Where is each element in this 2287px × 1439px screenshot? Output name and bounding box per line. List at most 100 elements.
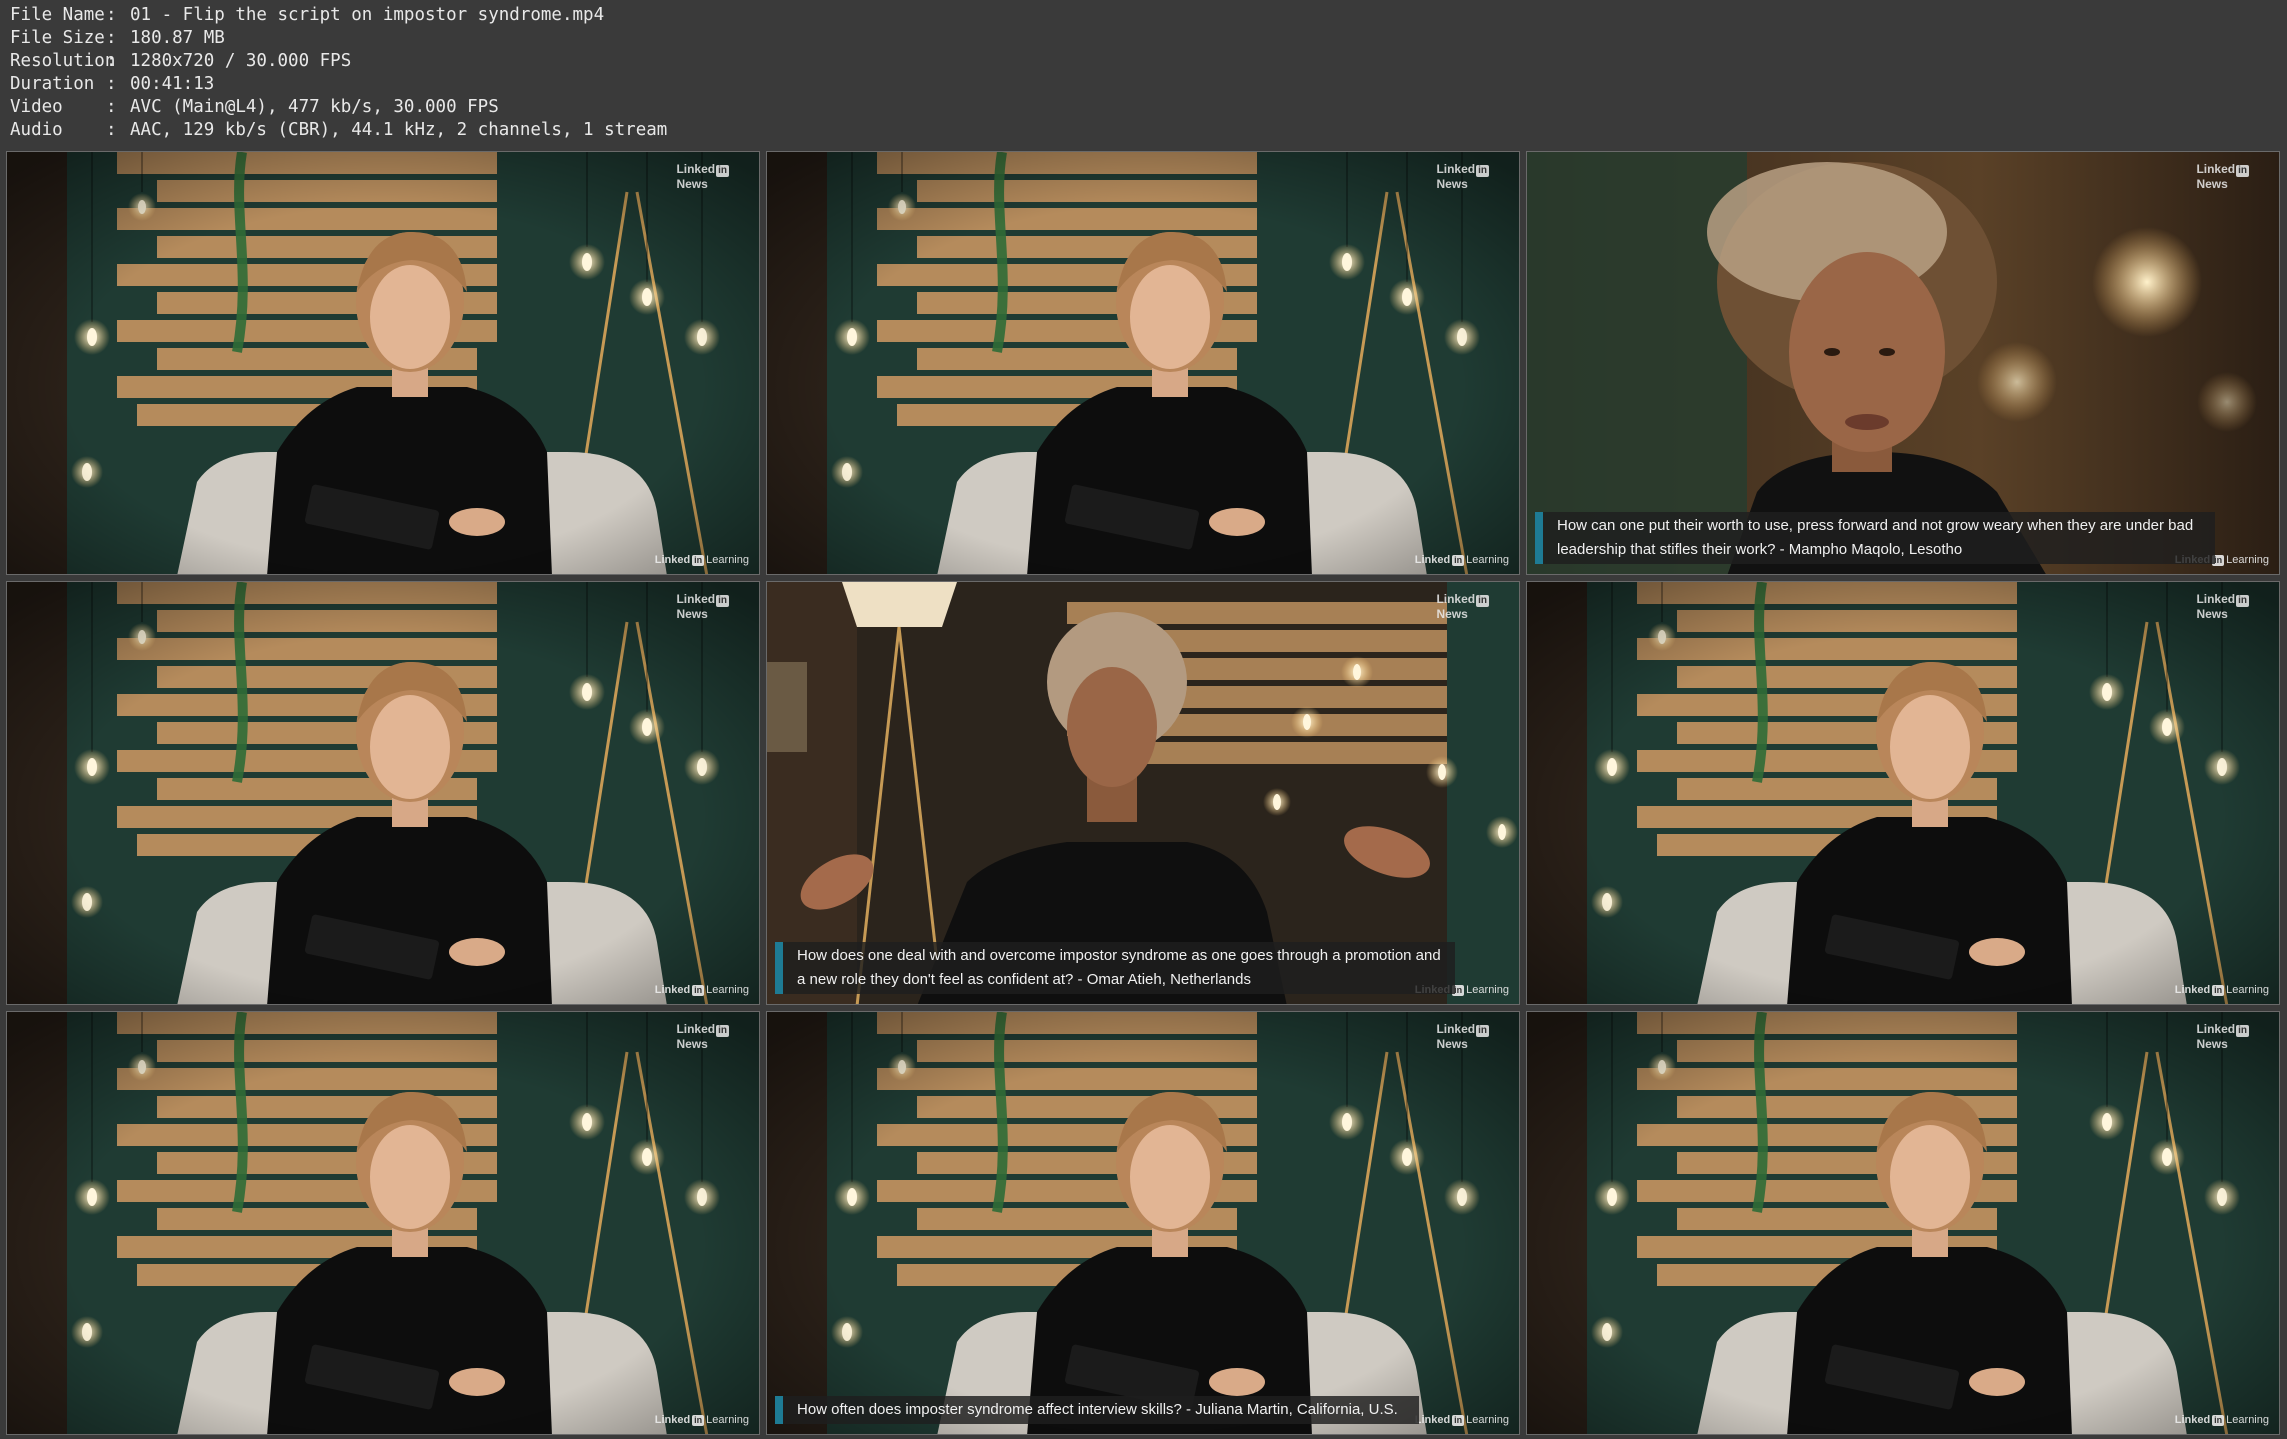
meta-separator: : (106, 97, 117, 117)
question-caption: How can one put their worth to use, pres… (1535, 512, 2215, 564)
logo-text: Linked (1414, 554, 1451, 566)
logo-text: Linked (676, 1022, 716, 1036)
logo-text: News (676, 607, 708, 621)
linkedin-in-icon: in (1452, 1415, 1465, 1426)
logo-text: Learning (2226, 554, 2269, 566)
video-thumbnail: Linked in News Linked in Learning (6, 151, 760, 575)
meta-value: AAC, 129 kb/s (CBR), 44.1 kHz, 2 channel… (130, 120, 668, 140)
linkedin-in-icon: in (1476, 1025, 1489, 1037)
meta-separator: : (106, 28, 117, 48)
video-thumbnail: Linked in News Linked in Learning (766, 151, 1520, 575)
linkedin-news-logo: Linked in News (676, 162, 729, 191)
logo-text: Linked (676, 162, 716, 176)
linkedin-in-icon: in (2236, 1025, 2249, 1037)
logo-text: News (1436, 177, 1468, 191)
meta-row: File Size:180.87 MB (10, 27, 667, 50)
video-thumbnail: Linked in News Linked in Learning How often… (766, 1011, 1520, 1435)
logo-text: Linked (1436, 162, 1476, 176)
question-caption: How does one deal with and overcome impo… (775, 942, 1455, 994)
meta-key: Duration (10, 74, 95, 94)
linkedin-learning-logo: LinkedinLearning (2175, 1414, 2269, 1426)
meta-value: 1280x720 / 30.000 FPS (130, 51, 352, 71)
linkedin-in-icon: in (1476, 595, 1489, 607)
logo-text: Learning (1466, 984, 1509, 996)
logo-text: News (1436, 1037, 1468, 1051)
question-caption: How often does imposter syndrome affect … (775, 1396, 1419, 1424)
logo-text: Linked (654, 554, 691, 566)
linkedin-in-icon: in (716, 1025, 729, 1037)
video-frame-image (7, 582, 759, 1004)
logo-text: News (676, 1037, 708, 1051)
linkedin-in-icon: in (2236, 165, 2249, 177)
linkedin-learning-logo: LinkedinLearning (1415, 554, 1509, 566)
video-frame-image (767, 1012, 1519, 1434)
linkedin-news-logo: Linked in News (2196, 1022, 2249, 1051)
logo-text: Learning (706, 1414, 749, 1426)
meta-row: Duration:00:41:13 (10, 73, 667, 96)
meta-row: Video: AVC (Main@L4), 477 kb/s, 30.000 FP… (10, 96, 667, 119)
logo-text: Linked (2174, 1414, 2211, 1426)
logo-text: News (2196, 607, 2228, 621)
linkedin-learning-logo: LinkedinLearning (2175, 984, 2269, 996)
logo-text: Learning (1466, 1414, 1509, 1426)
logo-text: Learning (706, 554, 749, 566)
video-thumbnail: Linkedin News Linkedin Learning How does … (766, 581, 1520, 1005)
logo-text: Linked (1436, 592, 1476, 606)
linkedin-news-logo: Linked in News (676, 1022, 729, 1051)
linkedin-in-icon: in (716, 595, 729, 607)
linkedin-in-icon: in (692, 985, 705, 996)
linkedin-learning-logo: LinkedinLearning (655, 984, 749, 996)
linkedin-in-icon: in (692, 555, 705, 566)
linkedin-news-logo: Linked in News (1436, 162, 1489, 191)
video-thumbnail: Linked in News Linked in Learning (1526, 581, 2280, 1005)
meta-separator: : (106, 5, 117, 25)
logo-text: Linked (1414, 1414, 1451, 1426)
logo-text: Linked (654, 1414, 691, 1426)
meta-row: Resolution:1280x720 / 30.000 FPS (10, 50, 667, 73)
file-info: File Name:01 - Flip the script on impost… (10, 4, 667, 142)
thumbnail-grid: Linked in News Linked in Learning Linked… (6, 151, 2280, 1435)
linkedin-news-logo: Linked in News (1436, 592, 1489, 621)
meta-value: 00:41:13 (130, 74, 215, 94)
video-thumbnail: Linked in News Linked in Learning (6, 1011, 760, 1435)
linkedin-learning-logo: LinkedinLearning (1415, 1414, 1509, 1426)
logo-text: Linked (2196, 162, 2236, 176)
linkedin-in-icon: in (692, 1415, 705, 1426)
linkedin-in-icon: in (2212, 1415, 2225, 1426)
logo-text: News (2196, 177, 2228, 191)
linkedin-news-logo: Linked in News (676, 592, 729, 621)
logo-text: News (2196, 1037, 2228, 1051)
linkedin-learning-logo: LinkedinLearning (655, 554, 749, 566)
logo-text: Learning (2226, 984, 2269, 996)
logo-text: Learning (1466, 554, 1509, 566)
meta-key: File Size (10, 28, 105, 48)
linkedin-in-icon: in (1476, 165, 1489, 177)
logo-text: News (676, 177, 708, 191)
meta-row: Audio: AAC, 129 kb/s (CBR), 44.1 kHz, 2 c… (10, 119, 667, 142)
meta-row: File Name:01 - Flip the script on impost… (10, 4, 667, 27)
video-frame-image (767, 152, 1519, 574)
meta-key: Video (10, 97, 63, 117)
meta-value: AVC (Main@L4), 477 kb/s, 30.000 FPS (130, 97, 499, 117)
logo-text: Linked (2196, 1022, 2236, 1036)
logo-text: Linked (1436, 1022, 1476, 1036)
video-thumbnail: Linked in News Linked in Learning (1526, 1011, 2280, 1435)
meta-key: Audio (10, 120, 63, 140)
meta-separator: : (106, 74, 117, 94)
logo-text: Linked (2196, 592, 2236, 606)
meta-separator: : (106, 120, 117, 140)
video-frame-image (1527, 1012, 2279, 1434)
logo-text: Learning (706, 984, 749, 996)
logo-text: News (1436, 607, 1468, 621)
video-frame-image (7, 152, 759, 574)
logo-text: Linked (654, 984, 691, 996)
linkedin-in-icon: in (2212, 985, 2225, 996)
linkedin-news-logo: Linked in News (2196, 162, 2249, 191)
video-frame-image (7, 1012, 759, 1434)
video-frame-image (1527, 582, 2279, 1004)
linkedin-news-logo: Linked in News (2196, 592, 2249, 621)
meta-value: 01 - Flip the script on impostor syndrom… (130, 5, 605, 25)
meta-value: 180.87 MB (130, 28, 225, 48)
logo-text: Linked (676, 592, 716, 606)
meta-separator: : (106, 51, 117, 71)
